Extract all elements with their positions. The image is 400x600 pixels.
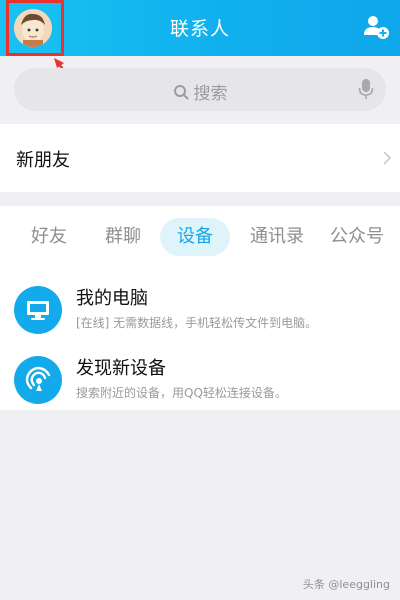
search-bar[interactable]: 搜索 [14,68,386,111]
search-placeholder-group: 搜索 [14,79,386,104]
add-contact-icon[interactable] [362,13,390,41]
tab-official-accounts[interactable]: 公众号 [330,218,400,256]
new-friends-row[interactable]: 新朋友 [0,124,400,192]
new-friends-label: 新朋友 [16,150,70,171]
watermark: 头条 @leeggling [302,578,390,591]
device-title: 发现新设备 [76,358,166,379]
search-placeholder: 搜索 [193,84,228,104]
contacts-panel: 好友 群聊 设备 通讯录 公众号 我的电脑 [在线] 无需数据线，手机轻松传文件… [0,206,400,410]
device-row-my-computer[interactable]: 我的电脑 [在线] 无需数据线，手机轻松传文件到电脑。 [0,278,400,346]
avatar-highlight-box [6,0,64,56]
device-title: 我的电脑 [76,288,148,309]
tab-address-book[interactable]: 通讯录 [240,218,314,256]
tab-group-chats[interactable]: 群聊 [92,218,154,256]
tab-friends[interactable]: 好友 [18,218,80,256]
tab-devices[interactable]: 设备 [160,218,230,256]
chevron-right-icon [383,151,392,165]
device-subtitle: 搜索附近的设备，用QQ轻松连接设备。 [76,386,287,400]
computer-icon [14,286,62,334]
device-row-discover[interactable]: 发现新设备 搜索附近的设备，用QQ轻松连接设备。 [0,348,400,416]
wireless-signal-icon [14,356,62,404]
microphone-icon[interactable] [358,78,374,100]
device-subtitle: [在线] 无需数据线，手机轻松传文件到电脑。 [76,316,318,330]
search-icon [173,85,189,100]
